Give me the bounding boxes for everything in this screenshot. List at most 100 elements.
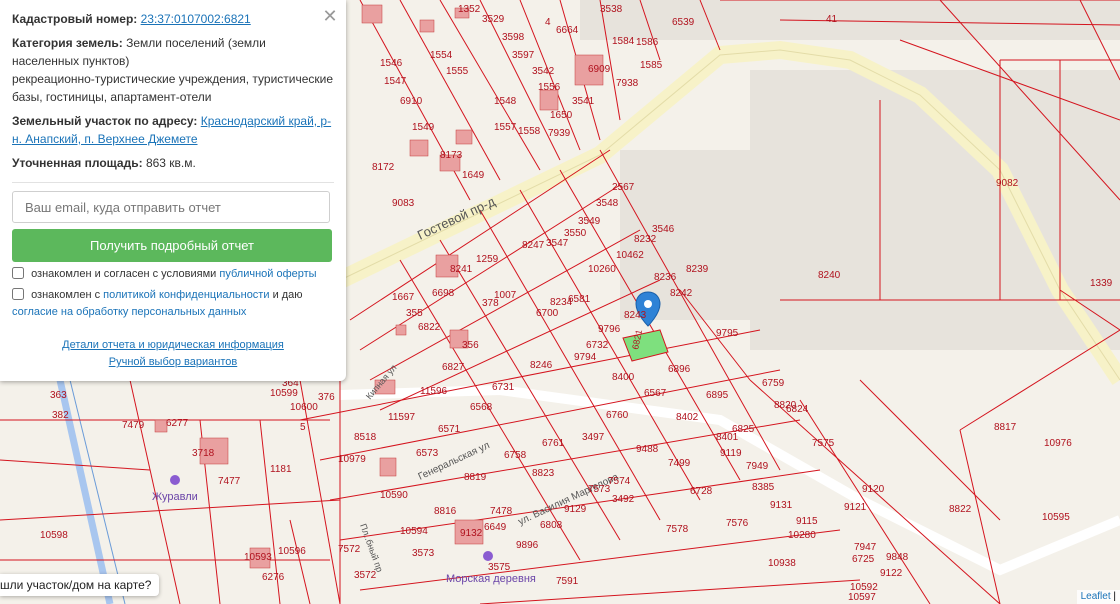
parcel-number-label: 10595: [1042, 512, 1070, 523]
parcel-number-label: 378: [482, 298, 499, 309]
parcel-number-label: 6909: [588, 64, 611, 75]
parcel-number-label: 6728: [690, 486, 713, 497]
parcel-number-label: 8385: [752, 482, 775, 493]
privacy-policy-link[interactable]: политикой конфиденциальности: [103, 289, 269, 301]
email-input[interactable]: [12, 191, 330, 223]
parcel-number-label: 6700: [536, 308, 559, 319]
parcel-number-label: 3542: [532, 66, 555, 77]
parcel-number-label: 6910: [400, 96, 423, 107]
close-icon[interactable]: ✕: [322, 7, 338, 25]
parcel-number-label: 10976: [1044, 438, 1072, 449]
parcel-number-label: 6571: [438, 424, 461, 435]
parcel-number-label: 1547: [384, 76, 407, 87]
parcel-number-label: 4: [545, 17, 551, 28]
parcel-number-label: 3598: [502, 32, 525, 43]
parcel-number-label: 8518: [354, 432, 377, 443]
parcel-number-label: 8241: [450, 264, 473, 275]
cadastral-row: Кадастровый номер: 23:37:0107002:6821: [12, 10, 334, 28]
parcel-number-label: 376: [318, 392, 335, 403]
consent-offer-checkbox[interactable]: [12, 267, 24, 279]
parcel-number-label: 8172: [372, 162, 395, 173]
parcel-number-label: 8240: [818, 270, 841, 281]
parcel-number-label: 8401: [716, 432, 739, 443]
parcel-number-label: 8173: [440, 150, 463, 161]
cadastral-number-link[interactable]: 23:37:0107002:6821: [141, 12, 251, 26]
parcel-number-label: 10600: [290, 402, 318, 413]
parcel-number-label: 5: [300, 422, 306, 433]
personal-data-consent-link[interactable]: согласие на обработку персональных данны…: [12, 306, 246, 318]
parcel-number-label: 7572: [338, 544, 361, 555]
parcel-number-label: 6725: [852, 554, 875, 565]
leaflet-link[interactable]: Leaflet: [1081, 591, 1111, 602]
parcel-number-label: 7479: [122, 420, 145, 431]
parcel-number-label: 1557: [494, 122, 517, 133]
parcel-number-label: 1558: [518, 126, 541, 137]
building: [455, 129, 473, 145]
parcel-number-label: 1352: [458, 4, 481, 15]
parcel-number-label: 2567: [612, 182, 635, 193]
parcel-number-label: 7499: [668, 458, 691, 469]
parcel-number-label: 8402: [676, 412, 699, 423]
parcel-number-label: 7478: [490, 506, 513, 517]
category-usage: рекреационно-туристические учреждения, т…: [12, 72, 334, 104]
parcel-number-label: 3572: [354, 570, 377, 581]
parcel-number-label: 9488: [636, 444, 659, 455]
parcel-number-label: 10280: [788, 530, 816, 541]
parcel-number-label: 9121: [844, 502, 867, 513]
building: [539, 89, 559, 111]
get-report-button[interactable]: Получить подробный отчет: [12, 229, 332, 262]
parcel-number-label: 6539: [672, 17, 695, 28]
parcel-number-label: 6759: [762, 378, 785, 389]
parcel-number-label: 10979: [338, 454, 366, 465]
parcel-number-label: 6277: [166, 418, 189, 429]
parcel-number-label: 3529: [482, 14, 505, 25]
parcel-number-label: 8242: [670, 288, 693, 299]
parcel-number-label: 11596: [420, 386, 448, 397]
area-label: Уточненная площадь:: [12, 156, 143, 170]
parcel-number-label: 3492: [612, 494, 635, 505]
parcel-number-label: 9132: [460, 528, 483, 539]
address-row: Земельный участок по адресу: Краснодарск…: [12, 112, 334, 148]
parcel-number-label: 7939: [548, 128, 571, 139]
parcel-number-label: 3541: [572, 96, 595, 107]
parcel-number-label: 9119: [720, 448, 742, 459]
parcel-number-label: 1586: [636, 37, 659, 48]
parcel-number-label: 1556: [538, 82, 561, 93]
parcel-number-label: 355: [406, 308, 423, 319]
parcel-number-label: 11597: [388, 412, 416, 423]
consent-privacy-checkbox[interactable]: [12, 288, 24, 300]
parcel-number-label: 6698: [432, 288, 455, 299]
find-parcel-button[interactable]: шли участок/дом на карте?: [0, 574, 160, 596]
parcel-number-label: 7576: [726, 518, 749, 529]
parcel-number-label: 8246: [530, 360, 553, 371]
parcel-number-label: 8819: [464, 472, 487, 483]
svg-text:Журавли: Журавли: [152, 491, 198, 503]
parcel-number-label: 1554: [430, 50, 453, 61]
parcel-number-label: 3597: [512, 50, 535, 61]
parcel-number-label: 8823: [532, 468, 555, 479]
parcel-number-label: 6761: [542, 438, 565, 449]
parcel-number-label: 9120: [862, 484, 885, 495]
parcel-number-label: 10594: [400, 526, 428, 537]
parcel-number-label: 8234: [550, 297, 573, 308]
parcel-number-label: 9795: [716, 328, 739, 339]
consent-privacy: ознакомлен с политикой конфиденциальност…: [12, 288, 303, 318]
parcel-number-label: 1650: [550, 110, 573, 121]
parcel-number-label: 9848: [886, 552, 909, 563]
public-offer-link[interactable]: публичной оферты: [219, 268, 316, 280]
parcel-number-label: 8400: [612, 372, 635, 383]
parcel-number-label: 7477: [218, 476, 241, 487]
manual-selection-link[interactable]: Ручной выбор вариантов: [109, 356, 237, 368]
svg-text:Морская деревня: Морская деревня: [446, 573, 536, 585]
cadastral-label: Кадастровый номер:: [12, 12, 138, 26]
parcel-number-label: 10260: [588, 264, 616, 275]
parcel-number-label: 356: [462, 340, 479, 351]
parcel-number-label: 3575: [488, 562, 511, 573]
parcel-number-label: 7947: [854, 542, 877, 553]
parcel-number-label: 3549: [578, 216, 601, 227]
report-details-link[interactable]: Детали отчета и юридическая информация: [62, 339, 284, 351]
parcel-number-label: 8239: [686, 264, 709, 275]
parcel-number-label: 9082: [996, 178, 1019, 189]
parcel-number-label: 41: [826, 14, 838, 25]
parcel-number-label: 9131: [770, 500, 793, 511]
